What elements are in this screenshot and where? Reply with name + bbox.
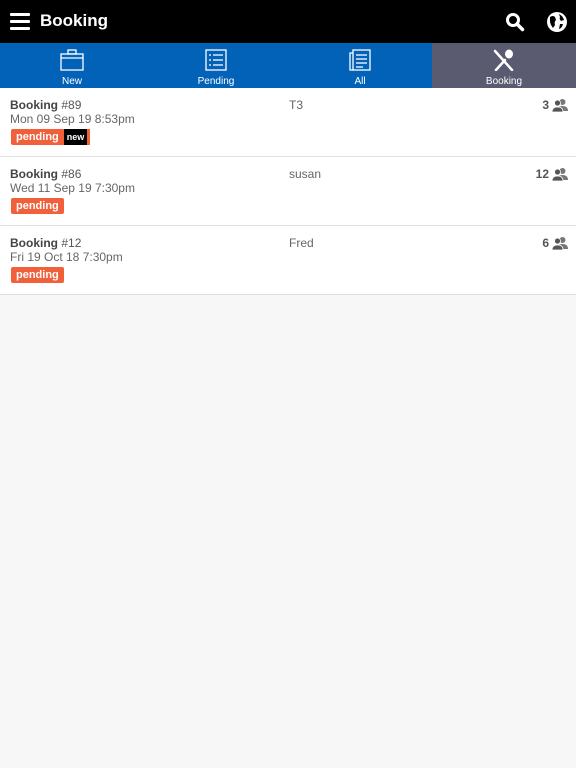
people-icon	[552, 99, 568, 112]
tab-label: Booking	[485, 76, 523, 87]
status-badge: pending	[11, 129, 64, 145]
customer-name: susan	[289, 167, 322, 181]
hamburger-menu-icon[interactable]	[10, 13, 30, 30]
status-badge: pending	[11, 198, 64, 214]
tab-new[interactable]: New	[0, 43, 144, 88]
tab-label: All	[354, 76, 366, 87]
guest-count: 6	[542, 236, 549, 250]
people-icon	[552, 237, 568, 250]
new-badge: new	[63, 129, 91, 145]
top-app-bar: Booking	[0, 0, 576, 43]
booking-date: Fri 19 Oct 18 7:30pm	[10, 250, 123, 264]
search-icon[interactable]	[505, 12, 525, 32]
customer-name: T3	[289, 98, 304, 112]
documents-icon	[349, 49, 371, 71]
guest-count: 3	[542, 98, 549, 112]
tab-all[interactable]: All	[288, 43, 432, 88]
page-title: Booking	[40, 11, 108, 30]
people-icon	[552, 168, 568, 181]
booking-list: Booking #89 Mon 09 Sep 19 8:53pm pending…	[0, 88, 576, 295]
booking-title: Booking #86	[10, 167, 82, 181]
status-badge: pending	[11, 267, 64, 283]
booking-date: Mon 09 Sep 19 8:53pm	[10, 112, 135, 126]
booking-row[interactable]: Booking #86 Wed 11 Sep 19 7:30pm pending…	[0, 157, 576, 226]
tab-label: Pending	[197, 76, 235, 87]
fork-spoon-icon	[493, 49, 514, 71]
globe-icon[interactable]	[546, 11, 568, 33]
booking-title: Booking #89	[10, 98, 82, 112]
booking-title: Booking #12	[10, 236, 82, 250]
booking-row[interactable]: Booking #89 Mon 09 Sep 19 8:53pm pending…	[0, 88, 576, 157]
tab-pending[interactable]: Pending	[144, 43, 288, 88]
briefcase-icon	[60, 49, 84, 71]
booking-row[interactable]: Booking #12 Fri 19 Oct 18 7:30pm pending…	[0, 226, 576, 295]
list-icon	[205, 49, 227, 71]
customer-name: Fred	[289, 236, 314, 250]
booking-date: Wed 11 Sep 19 7:30pm	[10, 181, 135, 195]
tab-label: New	[61, 76, 82, 87]
tab-bar: New Pending All Booking	[0, 43, 576, 88]
guest-count: 12	[535, 167, 549, 181]
tab-booking[interactable]: Booking	[432, 43, 576, 88]
